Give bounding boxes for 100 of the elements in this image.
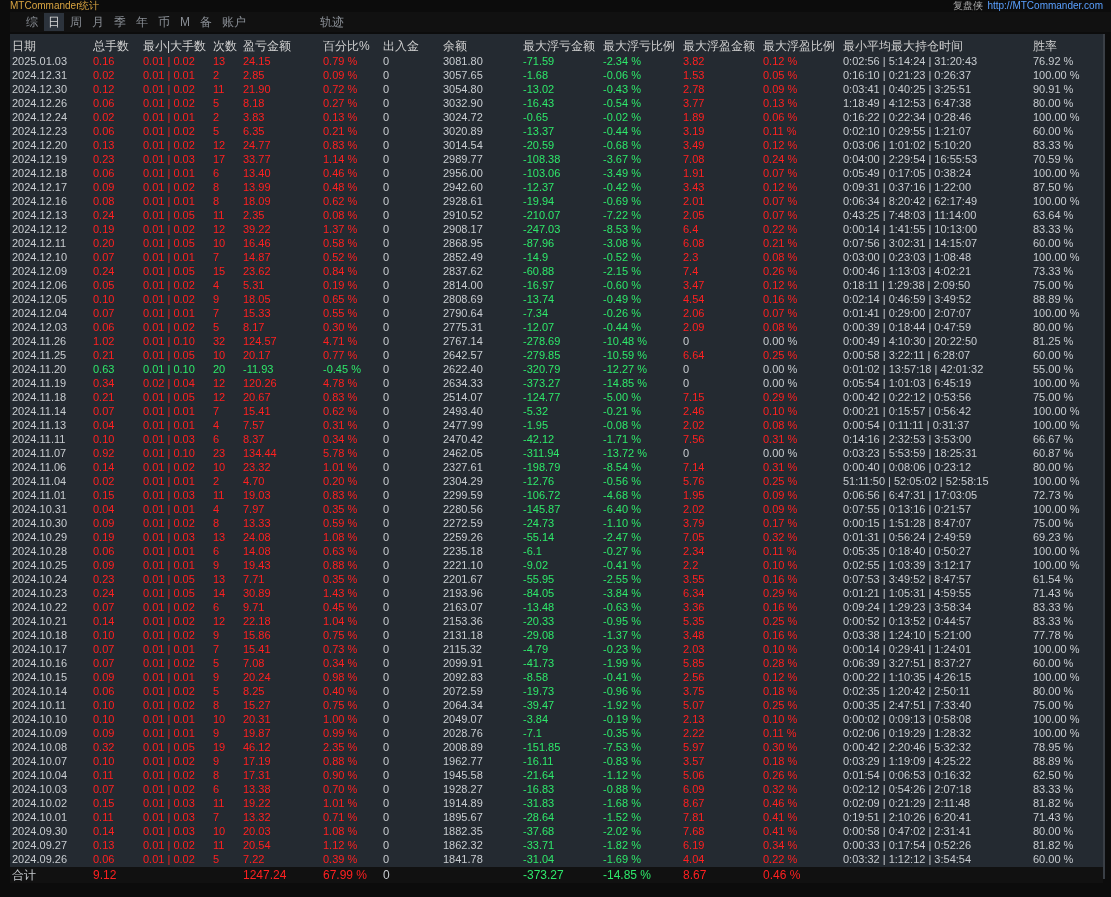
table-cell: 0.09 %	[763, 502, 798, 516]
table-cell: 0:02:35 | 1:20:42 | 2:50:11	[843, 684, 971, 698]
table-cell: 2024.10.03	[12, 782, 68, 796]
tab[interactable]: M	[176, 13, 194, 31]
table-cell: 100.00 %	[1033, 558, 1080, 572]
table-cell: 1.04 %	[323, 614, 358, 628]
table-cell: 0.26 %	[763, 264, 798, 278]
table-cell: 0.14	[93, 614, 115, 628]
table-cell: 0.01 | 0.10	[143, 362, 195, 376]
table-cell: 1.14 %	[323, 152, 358, 166]
table-cell: 0.09	[93, 180, 115, 194]
table-cell: 0.01 | 0.02	[143, 82, 195, 96]
table-cell: -37.68	[523, 824, 555, 838]
tab[interactable]: 月	[88, 13, 108, 31]
table-cell: 100.00 %	[1033, 474, 1080, 488]
table-cell: 0.01 | 0.01	[143, 404, 195, 418]
table-cell: 2024.11.25	[12, 348, 67, 362]
table-cell: 0.10 %	[763, 404, 798, 418]
table-cell: 0	[383, 334, 390, 348]
table-cell: -33.71	[523, 838, 555, 852]
table-cell: 0.01 | 0.01	[143, 306, 195, 320]
table-cell: 2024.12.13	[12, 208, 68, 222]
table-cell: 7.22	[243, 852, 265, 866]
table-cell: 0.08 %	[763, 250, 798, 264]
table-cell: 0	[383, 740, 390, 754]
table-cell: 2989.77	[443, 152, 483, 166]
table-cell: 2024.10.07	[12, 754, 68, 768]
table-cell: 0.01 | 0.03	[143, 432, 195, 446]
table-cell: -60.88	[523, 264, 555, 278]
table-cell: 0.01 | 0.02	[143, 698, 195, 712]
table-cell: 0.52 %	[323, 250, 358, 264]
table-cell: 8.17	[243, 320, 265, 334]
table-cell: 0:07:55 | 0:13:16 | 0:21:57	[843, 502, 972, 516]
table-cell: 13.32	[243, 810, 271, 824]
website-link[interactable]: http://MTCommander.com	[987, 0, 1103, 12]
table-cell: -0.06 %	[603, 68, 641, 82]
table-cell: 0:00:39 | 0:18:44 | 0:47:59	[843, 320, 972, 334]
table-cell: 7.14	[683, 460, 705, 474]
table-cell: 83.33 %	[1033, 782, 1074, 796]
table-cell: -311.94	[523, 446, 560, 460]
table-cell: -16.43	[523, 96, 555, 110]
table-cell: 2024.12.11	[12, 236, 67, 250]
tab[interactable]: 轨迹	[316, 13, 348, 31]
table-cell: 2477.99	[443, 418, 483, 432]
table-cell: 0.01 | 0.01	[143, 544, 195, 558]
tab[interactable]: 币	[154, 13, 174, 31]
table-cell: -8.58	[523, 670, 549, 684]
table-cell: 0.01 | 0.10	[143, 334, 195, 348]
table-cell: -3.49 %	[603, 166, 641, 180]
table-cell: 0.30 %	[323, 320, 358, 334]
table-cell: 5	[213, 320, 220, 334]
table-cell: 0.40 %	[323, 684, 358, 698]
table-cell: 0.25 %	[763, 698, 798, 712]
tab[interactable]: 季	[110, 13, 130, 31]
table-cell: 0	[383, 278, 390, 292]
table-cell: 16.46	[243, 236, 271, 250]
table-cell: -0.52 %	[603, 250, 641, 264]
table-cell: 14	[213, 586, 226, 600]
table-cell: 0.10 %	[763, 642, 798, 656]
table-cell: 15.41	[243, 642, 271, 656]
table-cell: -2.02 %	[603, 824, 641, 838]
table-cell: 0	[383, 614, 390, 628]
table-cell: 7.97	[243, 502, 265, 516]
table-cell: 12	[213, 376, 226, 390]
column-header: 最小|大手数	[143, 38, 207, 53]
tab[interactable]: 年	[132, 13, 152, 31]
table-cell: 0:00:22 | 1:10:35 | 4:26:15	[843, 670, 972, 684]
table-cell: -24.73	[523, 516, 555, 530]
table-cell: 0	[383, 208, 390, 222]
table-cell: 2.22	[683, 726, 705, 740]
table-cell: 13	[213, 572, 226, 586]
table-cell: -1.12 %	[603, 768, 641, 782]
table-cell: 0:16:22 | 0:22:34 | 0:28:46	[843, 110, 972, 124]
table-cell: 0.01 | 0.02	[143, 278, 195, 292]
table-cell: 80.00 %	[1033, 320, 1074, 334]
table-cell: 0.88 %	[323, 558, 358, 572]
tab[interactable]: 备	[196, 13, 216, 31]
table-cell: 62.50 %	[1033, 768, 1074, 782]
tab[interactable]: 日	[44, 13, 64, 31]
table-cell: -0.02 %	[603, 110, 641, 124]
table-cell: -16.97	[523, 278, 555, 292]
tab[interactable]: 账户	[218, 13, 250, 31]
table-cell: 100.00 %	[1033, 166, 1080, 180]
table-cell: 2201.67	[443, 572, 483, 586]
table-cell: 0.24	[93, 264, 115, 278]
table-cell: -1.82 %	[603, 838, 641, 852]
table-cell: 0.15	[93, 796, 115, 810]
table-cell: 0	[383, 124, 390, 138]
table-cell: 6	[213, 782, 220, 796]
table-cell: 7.71	[243, 572, 265, 586]
table-cell: 2814.00	[443, 278, 483, 292]
table-cell: -0.83 %	[603, 754, 641, 768]
table-cell: -103.06	[523, 166, 561, 180]
table-cell: 23.32	[243, 460, 271, 474]
tab[interactable]: 周	[66, 13, 86, 31]
table-cell: -5.00 %	[603, 390, 641, 404]
table-cell: 0:03:00 | 0:23:03 | 1:08:48	[843, 250, 972, 264]
tab[interactable]: 综	[22, 13, 42, 31]
table-cell: 0.23	[93, 152, 115, 166]
table-cell: 100.00 %	[1033, 712, 1080, 726]
